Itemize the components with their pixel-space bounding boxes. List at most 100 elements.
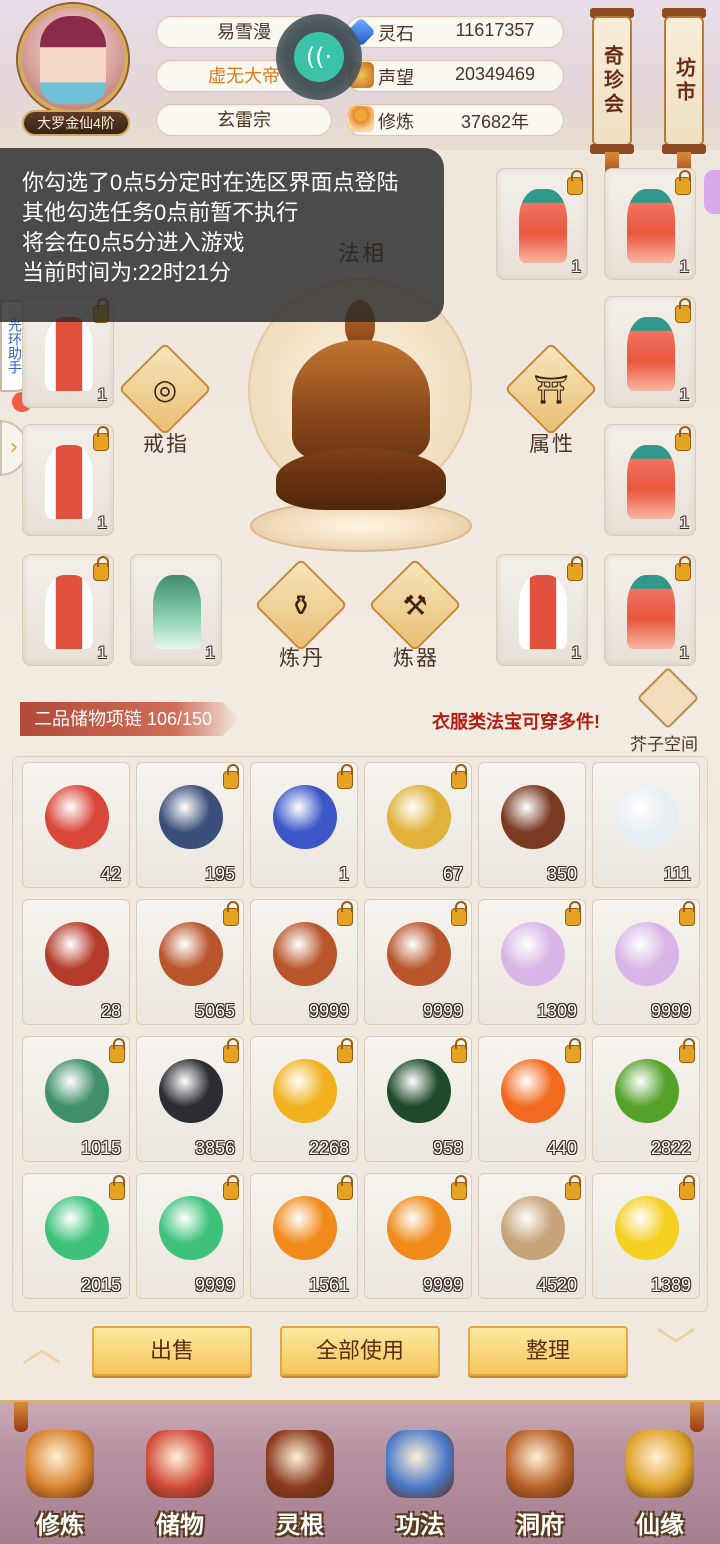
taiji-compass-icon [159, 785, 223, 849]
bag-item-cell[interactable]: 1389 [592, 1173, 700, 1299]
sell-button[interactable]: 出售 [92, 1326, 252, 1376]
anvil-icon: ⚒ [402, 588, 428, 622]
dark-ore-icon [159, 1059, 223, 1123]
lock-icon [675, 556, 691, 581]
nav-item[interactable]: 灵根 [240, 1400, 360, 1544]
white-red-robe-icon [519, 575, 567, 649]
bag-item-cell[interactable]: 1561 [250, 1173, 358, 1299]
bag-item-cell[interactable]: 9999 [364, 899, 472, 1025]
item-count: 3856 [194, 1138, 235, 1158]
storage-bag-icon [146, 1430, 214, 1498]
ring-icon: ◎ [152, 372, 178, 406]
sort-button[interactable]: 整理 [468, 1326, 628, 1376]
equipment-slot[interactable]: 1 [604, 554, 696, 666]
equipment-slot[interactable]: 1 [496, 554, 588, 666]
scroll-up-icon[interactable]: ︿ [20, 1326, 64, 1370]
bag-item-cell[interactable]: 9999 [364, 1173, 472, 1299]
bag-item-cell[interactable]: 4520 [478, 1173, 586, 1299]
fire-crystal-icon [501, 1059, 565, 1123]
stat-value-fame: 20349469 [454, 64, 536, 84]
mustard-space-label[interactable]: 芥子空间 [630, 730, 698, 755]
scorpion-icon [387, 922, 451, 986]
bag-item-cell[interactable]: 3856 [136, 1036, 244, 1162]
bag-item-cell[interactable]: 9999 [592, 899, 700, 1025]
item-count: 440 [546, 1138, 577, 1158]
lock-icon [451, 764, 467, 789]
ring-label: 戒指 [143, 432, 189, 456]
red-robe-icon [627, 189, 675, 263]
attribute-label: 属性 [529, 432, 575, 456]
equipment-slot[interactable]: 1 [604, 296, 696, 408]
white-red-robe-icon [45, 575, 93, 649]
item-count: 9999 [194, 1275, 235, 1295]
bag-item-cell[interactable]: 9999 [136, 1173, 244, 1299]
bag-item-cell[interactable]: 2015 [22, 1173, 130, 1299]
scorpion-icon [273, 922, 337, 986]
lock-icon [337, 901, 353, 926]
bag-item-cell[interactable]: 67 [364, 762, 472, 888]
lock-icon [223, 1038, 239, 1063]
bag-item-cell[interactable]: 42 [22, 762, 130, 888]
rare-treasure-auction-button[interactable]: 奇珍会 [592, 16, 632, 146]
bag-item-cell[interactable]: 5065 [136, 899, 244, 1025]
nav-item[interactable]: 储物 [120, 1400, 240, 1544]
use-all-button[interactable]: 全部使用 [280, 1326, 440, 1376]
stat-label-fame: 声望 [378, 68, 414, 88]
market-button[interactable]: 坊市 [664, 16, 704, 146]
lock-icon [93, 426, 109, 451]
red-robe-icon [627, 575, 675, 649]
stat-value-cultivation: 37682年 [460, 112, 530, 132]
item-count: 1 [679, 513, 689, 532]
bag-item-cell[interactable]: 111 [592, 762, 700, 888]
bag-item-cell[interactable]: 2822 [592, 1036, 700, 1162]
talisman-icon [45, 922, 109, 986]
golden-herb-icon [387, 785, 451, 849]
item-count: 9999 [650, 1001, 691, 1021]
bag-item-cell[interactable]: 195 [136, 762, 244, 888]
notice-line: 其他勾选任务0点前暂不执行 [22, 200, 299, 225]
right-edge-tab[interactable] [704, 170, 720, 214]
lock-icon [337, 1175, 353, 1200]
avatar-portrait [40, 16, 106, 104]
bag-item-cell[interactable]: 1309 [478, 899, 586, 1025]
item-count: 67 [442, 864, 463, 884]
multi-wear-tip: 衣服类法宝可穿多件! [432, 712, 600, 732]
nav-item[interactable]: 洞府 [480, 1400, 600, 1544]
bag-item-cell[interactable]: 2268 [250, 1036, 358, 1162]
item-count: 350 [546, 864, 577, 884]
bag-item-cell[interactable]: 958 [364, 1036, 472, 1162]
scroll-down-icon[interactable]: ﹀ [654, 1326, 698, 1370]
equipment-slot[interactable]: 1 [22, 554, 114, 666]
lock-icon [679, 1038, 695, 1063]
bag-item-cell[interactable]: 28 [22, 899, 130, 1025]
signal-icon[interactable]: ((· [294, 32, 344, 82]
item-count: 1 [679, 643, 689, 662]
equipment-slot[interactable]: 1 [22, 424, 114, 536]
bag-item-cell[interactable]: 440 [478, 1036, 586, 1162]
item-count: 1389 [650, 1275, 691, 1295]
bag-item-cell[interactable]: 1015 [22, 1036, 130, 1162]
nav-item[interactable]: 功法 [360, 1400, 480, 1544]
bag-item-cell[interactable]: 1 [250, 762, 358, 888]
item-count: 1 [205, 643, 215, 662]
cave-house-icon [506, 1430, 574, 1498]
attribute-icon: ⛩ [533, 372, 569, 406]
lock-icon [223, 901, 239, 926]
nav-label: 洞府 [516, 1513, 564, 1539]
nav-item[interactable]: 仙缘 [600, 1400, 720, 1544]
lock-icon [109, 1038, 125, 1063]
lock-icon [337, 764, 353, 789]
item-count: 4520 [536, 1275, 577, 1295]
equipment-slot[interactable]: 1 [130, 554, 222, 666]
storage-necklace-banner: 二品储物项链 106/150 [20, 702, 240, 736]
lock-icon [567, 556, 583, 581]
bag-item-cell[interactable]: 9999 [250, 899, 358, 1025]
equipment-slot[interactable]: 1 [604, 168, 696, 280]
bag-item-cell[interactable]: 350 [478, 762, 586, 888]
item-count: 2015 [80, 1275, 121, 1295]
equipment-slot[interactable]: 1 [496, 168, 588, 280]
figure-legs [276, 448, 446, 510]
scroll-bowl-icon [501, 1196, 565, 1260]
equipment-slot[interactable]: 1 [604, 424, 696, 536]
nav-item[interactable]: 修炼 [0, 1400, 120, 1544]
